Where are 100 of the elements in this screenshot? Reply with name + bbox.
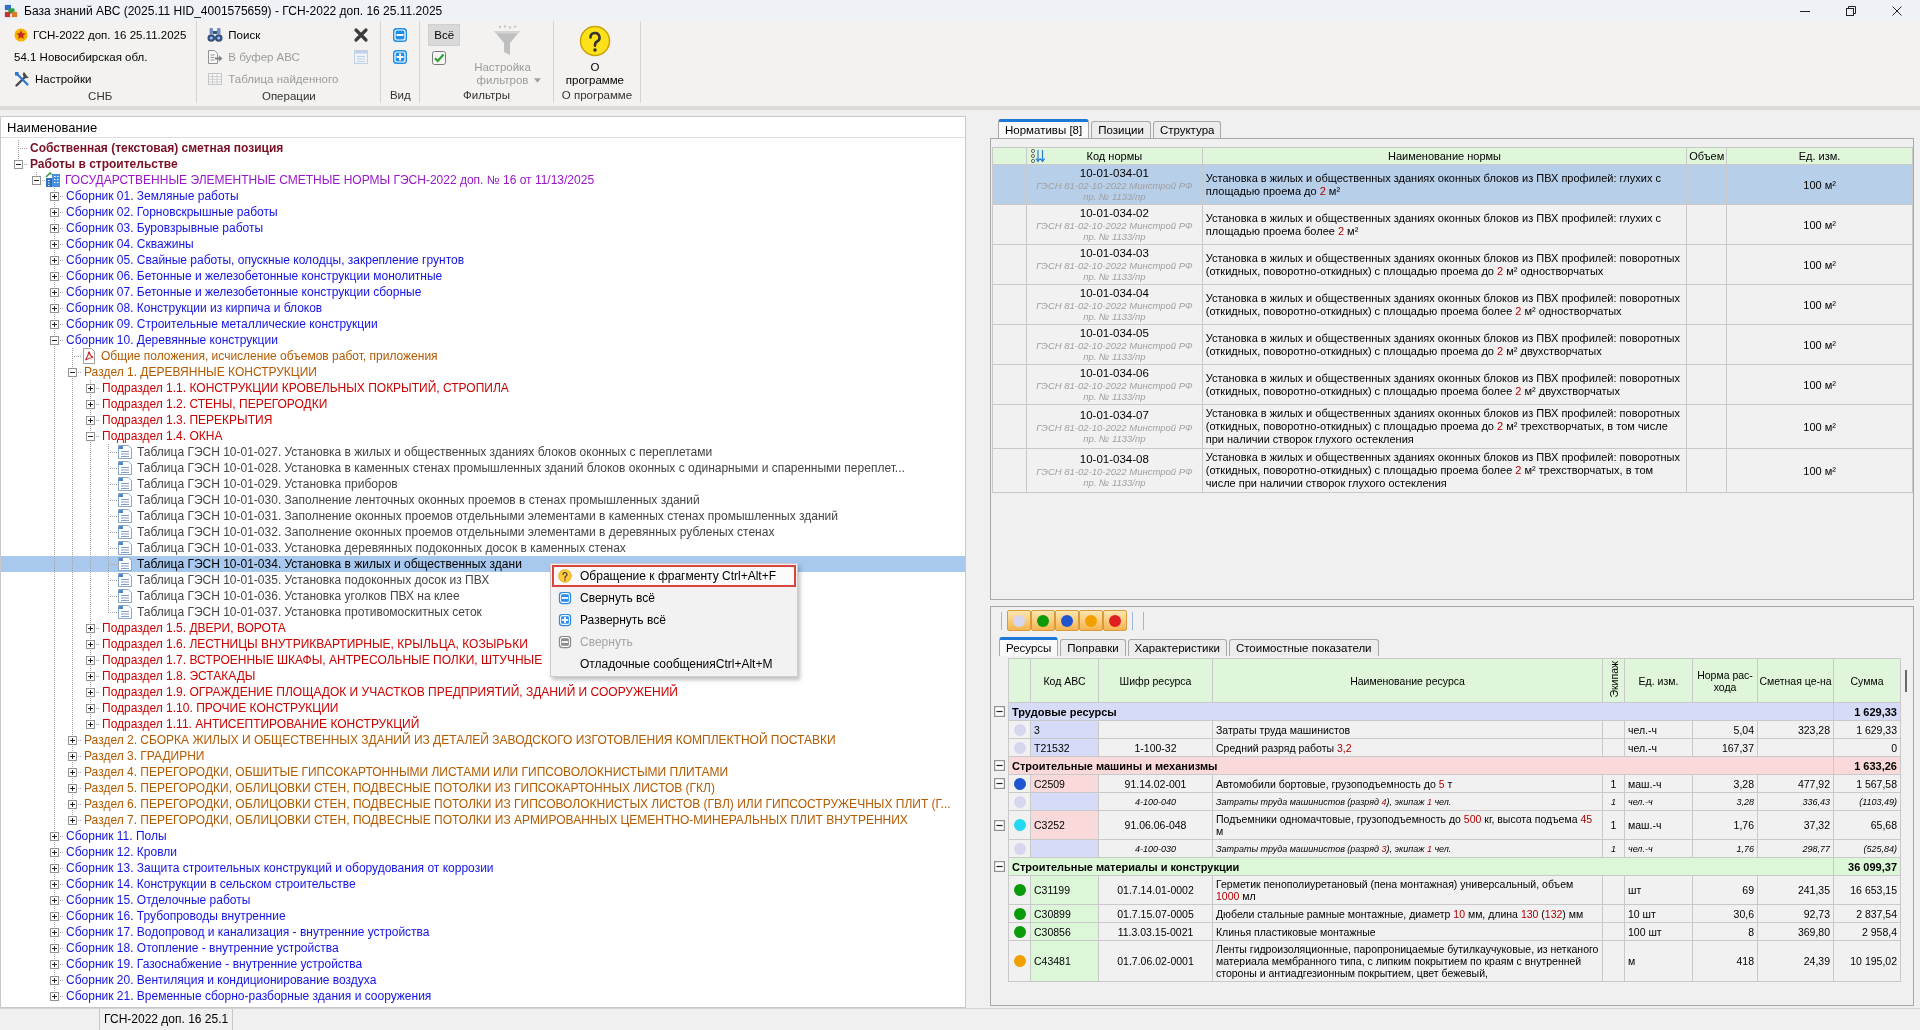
plus-icon[interactable] bbox=[68, 799, 77, 809]
minus-icon[interactable] bbox=[32, 175, 41, 185]
plus-icon[interactable] bbox=[86, 383, 95, 393]
tree-item[interactable]: Сборник 15. Отделочные работы bbox=[1, 892, 251, 908]
plus-icon[interactable] bbox=[86, 671, 95, 681]
color-filter-button[interactable] bbox=[1079, 610, 1103, 631]
plus-icon[interactable] bbox=[86, 623, 95, 633]
minus-icon[interactable] bbox=[994, 778, 1005, 789]
minus-icon[interactable] bbox=[86, 431, 95, 441]
table-row[interactable] bbox=[992, 364, 1913, 405]
plus-icon[interactable] bbox=[50, 863, 59, 873]
tree-item[interactable]: Сборник 04. Скважины bbox=[1, 236, 194, 252]
plus-icon[interactable] bbox=[50, 287, 59, 297]
tab[interactable]: Позиции bbox=[1091, 121, 1151, 138]
menu-item[interactable]: Свернуть всё bbox=[552, 587, 796, 609]
tree-item[interactable]: Таблица ГЭСН 10-01-033. Установка деревянных подоконных досок в каменных стенах bbox=[1, 540, 626, 556]
tree-item[interactable]: Сборник 17. Водопровод и канализация - внутренние устройства bbox=[1, 924, 430, 940]
cross-icon[interactable] bbox=[353, 26, 370, 43]
checkbox-icon[interactable] bbox=[431, 49, 448, 66]
tree-item[interactable]: Раздел 5. ПЕРЕГОРОДКИ, ОБЛИЦОВКИ СТЕН, ПОДВЕСНЫЕ ПОТОЛКИ ИЗ ГИПСОКАРТОННЫХ ЛИСТОВ (ГКЛ) bbox=[1, 780, 715, 796]
color-filter-button[interactable] bbox=[1103, 610, 1127, 631]
plus-icon[interactable] bbox=[86, 655, 95, 665]
tree-item[interactable]: Таблица ГЭСН 10-01-035. Установка подоконных досок из ПВХ bbox=[1, 572, 490, 588]
plus-icon[interactable] bbox=[50, 223, 59, 233]
plus-icon[interactable] bbox=[86, 687, 95, 697]
plus-icon[interactable] bbox=[86, 719, 95, 729]
tree-item[interactable]: Подраздел 1.6. ЛЕСТНИЦЫ ВНУТРИКВАРТИРНЫЕ, КРЫЛЬЦА, КОЗЫРЬКИ bbox=[1, 636, 528, 652]
tree-item[interactable]: Раздел 1. ДЕРЕВЯННЫЕ КОНСТРУКЦИИ bbox=[1, 364, 317, 380]
ribbon-button[interactable]: Поиск bbox=[205, 24, 263, 45]
color-filter-button[interactable] bbox=[1007, 610, 1031, 631]
table-row[interactable]: 10-01-034-01 ГЭСН 81-02-10-2022 Минстрой РФ пр. № 1133/пр Установка в жилых и общественных зданиях оконных блоков из ПВХ профилей: глухих с площадью проема до 2 м² 100 м² bbox=[992, 164, 1913, 205]
tree-item[interactable]: Подраздел 1.7. ВСТРОЕННЫЕ ШКАФЫ, АНТРЕСОЛЬНЫЕ ПОЛКИ, ШТУЧНЫЕ bbox=[1, 652, 543, 668]
tree-item[interactable]: Собственная (текстовая) сметная позиция bbox=[1, 140, 284, 156]
plus-icon[interactable] bbox=[50, 943, 59, 953]
plus-icon[interactable] bbox=[50, 191, 59, 201]
tree-item[interactable]: Работы в строительстве bbox=[1, 156, 178, 172]
minus-icon[interactable] bbox=[50, 335, 59, 345]
tree-item[interactable]: Сборник 02. Горновскрышные работы bbox=[1, 204, 278, 220]
plus-icon[interactable] bbox=[50, 975, 59, 985]
ribbon-button[interactable]: Настройки bbox=[12, 68, 94, 89]
tree-item[interactable]: Сборник 16. Трубопроводы внутренние bbox=[1, 908, 286, 924]
tree-item[interactable]: Сборник 03. Буровзрывные работы bbox=[1, 220, 264, 236]
tree-item[interactable]: Сборник 11. Полы bbox=[1, 828, 167, 844]
tab[interactable]: Нормативы [8] bbox=[998, 119, 1090, 138]
menu-item[interactable]: Отладочные сообщенияCtrl+Alt+M bbox=[552, 653, 796, 675]
tree-item[interactable]: Подраздел 1.5. ДВЕРИ, ВОРОТА bbox=[1, 620, 286, 636]
toggle-button[interactable]: Всё bbox=[428, 24, 461, 46]
plus-icon[interactable] bbox=[86, 415, 95, 425]
tree-item[interactable]: Подраздел 1.3. ПЕРЕКРЫТИЯ bbox=[1, 412, 273, 428]
plus-icon[interactable] bbox=[50, 831, 59, 841]
tab[interactable]: Ресурсы bbox=[999, 637, 1059, 656]
tree-item[interactable]: Подраздел 1.10. ПРОЧИЕ КОНСТРУКЦИИ bbox=[1, 700, 339, 716]
plus-icon[interactable] bbox=[68, 735, 77, 745]
table-row[interactable] bbox=[992, 448, 1913, 493]
tree-item[interactable]: Таблица ГЭСН 10-01-032. Заполнение оконных проемов отдельными элементами в деревянных рубленых стенах bbox=[1, 524, 775, 540]
plus-icon[interactable] bbox=[68, 751, 77, 761]
restore-icon[interactable] bbox=[1846, 5, 1856, 16]
tree-item[interactable]: Подраздел 1.9. ОГРАЖДЕНИЕ ПЛОЩАДОК И УЧАСТКОВ ПРЕДПРИЯТИЙ, ЗДАНИЙ И СООРУЖЕНИЙ bbox=[1, 684, 678, 700]
sort-icon[interactable] bbox=[1029, 148, 1046, 164]
tree-item[interactable]: Сборник 08. Конструкции из кирпича и блоков bbox=[1, 300, 323, 316]
tree-item[interactable]: Раздел 4. ПЕРЕГОРОДКИ, ОБШИТЫЕ ГИПСОКАРТОННЫМИ ЛИСТАМИ ИЛИ ГИПСОВОЛОКНИСТЫМИ ПЛИТАМИ bbox=[1, 764, 729, 780]
plus-icon[interactable] bbox=[86, 639, 95, 649]
minus-icon[interactable] bbox=[994, 760, 1005, 771]
plus-icon[interactable] bbox=[50, 911, 59, 921]
tree-item[interactable]: Таблица ГЭСН 10-01-036. Установка уголков ПВХ на клее bbox=[1, 588, 460, 604]
plus-icon[interactable] bbox=[68, 767, 77, 777]
tree-item[interactable]: Сборник 07. Бетонные и железобетонные конструкции сборные bbox=[1, 284, 422, 300]
close-icon[interactable] bbox=[1892, 5, 1902, 16]
tree-item[interactable]: Сборник 20. Вентиляция и кондиционирование воздуха bbox=[1, 972, 377, 988]
table-row[interactable] bbox=[992, 324, 1913, 365]
plus-icon[interactable] bbox=[50, 879, 59, 889]
tree-item[interactable]: Подраздел 1.4. ОКНА bbox=[1, 428, 223, 444]
plus-icon[interactable] bbox=[86, 399, 95, 409]
tree-item[interactable]: Сборник 18. Отопление - внутренние устройства bbox=[1, 940, 339, 956]
tab[interactable]: Стоимостные показатели bbox=[1228, 639, 1379, 656]
tree-item[interactable]: Таблица ГЭСН 10-01-037. Установка противомоскитных сеток bbox=[1, 604, 482, 620]
tree-item[interactable]: Сборник 01. Земляные работы bbox=[1, 188, 239, 204]
tree-item[interactable]: Сборник 09. Строительные металлические конструкции bbox=[1, 316, 378, 332]
tree-item[interactable]: Подраздел 1.11. АНТИСЕПТИРОВАНИЕ КОНСТРУКЦИЙ bbox=[1, 716, 420, 732]
minus-icon[interactable] bbox=[994, 861, 1005, 872]
plus-icon[interactable] bbox=[50, 319, 59, 329]
minus-square-icon[interactable] bbox=[392, 26, 409, 43]
tab[interactable]: Характеристики bbox=[1127, 639, 1227, 656]
table-row[interactable] bbox=[992, 284, 1913, 325]
color-filter-button[interactable] bbox=[1055, 610, 1079, 631]
tree-item[interactable]: Сборник 05. Свайные работы, опускные колодцы, закрепление грунтов bbox=[1, 252, 465, 268]
tree-item[interactable]: Раздел 6. ПЕРЕГОРОДКИ, ОБЛИЦОВКИ СТЕН, ПОДВЕСНЫЕ ПОТОЛКИ ИЗ ГИПСОВОЛОКНИСТЫХ ЛИСТОВ (ГВЛ) ИЛИ ГИПСОСТРУЖЕЧНЫХ ПЛИТ (Г... bbox=[1, 796, 951, 812]
tree-item[interactable]: Сборник 10. Деревянные конструкции bbox=[1, 332, 278, 348]
tree-item[interactable]: Сборник 13. Защита строительных конструкций и оборудования от коррозии bbox=[1, 860, 494, 876]
tree-item[interactable]: Сборник 14. Конструкции в сельском строительстве bbox=[1, 876, 356, 892]
table-row[interactable] bbox=[992, 244, 1913, 285]
menu-item[interactable]: Обращение к фрагменту Ctrl+Alt+F bbox=[552, 565, 796, 587]
ribbon-button[interactable]: О программе bbox=[561, 24, 628, 88]
tree-item[interactable]: Таблица ГЭСН 10-01-030. Заполнение ленточных оконных проемов в стенах промышленных зданий bbox=[1, 492, 700, 508]
tree-item[interactable]: Раздел 7. ПЕРЕГОРОДКИ, ОБЛИЦОВКИ СТЕН, ПОДВЕСНЫЕ ПОТОЛКИ ИЗ АРМИРОВАННЫХ ЦЕМЕНТНО-МИНЕРАЛЬНЫХ ПЛИТ ВНУТРЕННИХ bbox=[1, 812, 908, 828]
plus-icon[interactable] bbox=[50, 271, 59, 281]
tree-item[interactable]: Сборник 12. Кровли bbox=[1, 844, 177, 860]
tree-item[interactable]: Таблица ГЭСН 10-01-031. Заполнение оконных проемов отдельными элементами в каменных стенах промышленных зданий bbox=[1, 508, 838, 524]
tree-item[interactable]: ГОСУДАРСТВЕННЫЕ ЭЛЕМЕНТНЫЕ СМЕТНЫЕ НОРМЫ ГЭСН-2022 доп. № 16 от 11/13/2025 bbox=[1, 172, 595, 188]
tree-item[interactable]: Таблица ГЭСН 10-01-029. Установка приборов bbox=[1, 476, 398, 492]
